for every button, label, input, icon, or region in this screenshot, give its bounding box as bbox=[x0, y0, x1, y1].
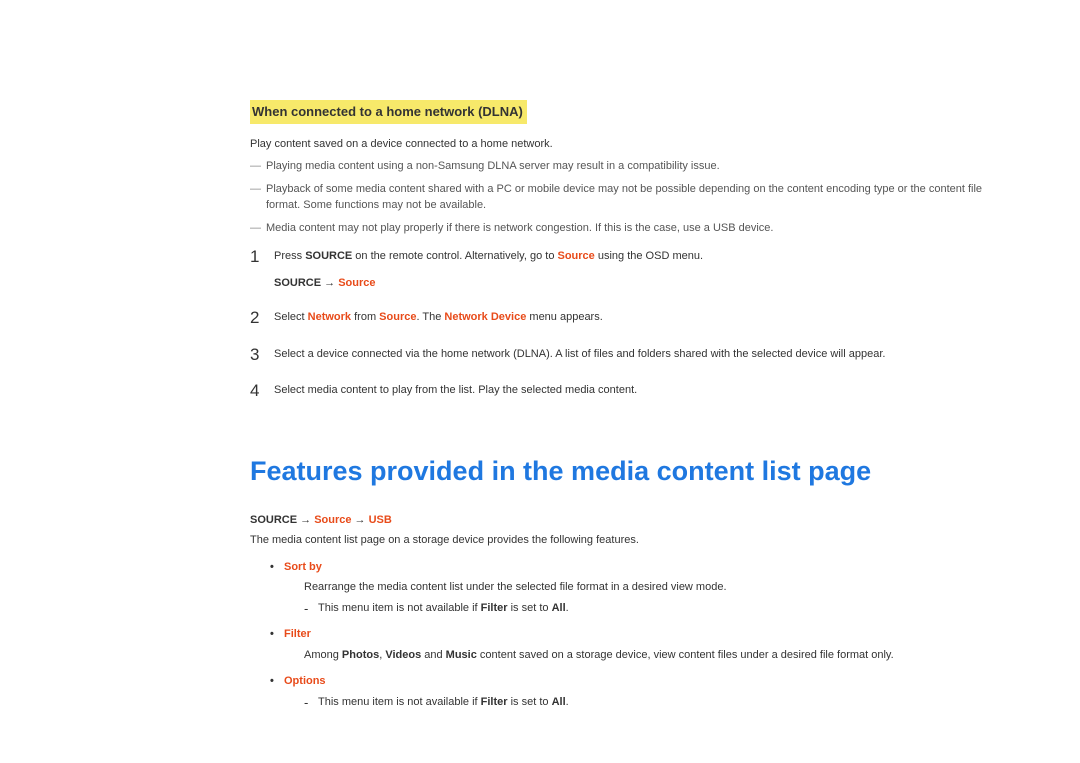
feature-note: This menu item is not available if Filte… bbox=[304, 600, 990, 617]
step-body: Select media content to play from the li… bbox=[274, 382, 990, 399]
feature-label: Filter bbox=[284, 628, 311, 640]
dlna-note: Playing media content using a non-Samsun… bbox=[250, 158, 990, 175]
step-number: 3 bbox=[250, 346, 274, 365]
bold-text: Music bbox=[446, 649, 477, 661]
feature-filter: Filter bbox=[270, 626, 990, 643]
text: This menu item is not available if bbox=[318, 696, 481, 708]
bold-text: SOURCE bbox=[305, 250, 352, 262]
path-arrow: → bbox=[321, 277, 338, 289]
feature-label: Options bbox=[284, 675, 326, 687]
text: . bbox=[566, 696, 569, 708]
text: . bbox=[566, 602, 569, 614]
red-text: Source bbox=[379, 311, 416, 323]
feature-options: Options bbox=[270, 673, 990, 690]
text: on the remote control. Alternatively, go… bbox=[352, 250, 557, 262]
path-source-red: Source bbox=[338, 277, 375, 289]
text: content saved on a storage device, view … bbox=[477, 649, 894, 661]
text: is set to bbox=[508, 602, 552, 614]
bold-text: Filter bbox=[481, 602, 508, 614]
step-body: Select Network from Source. The Network … bbox=[274, 309, 990, 326]
dlna-intro: Play content saved on a device connected… bbox=[250, 136, 990, 153]
path-source-red: Source bbox=[314, 514, 351, 526]
feature-desc: Among Photos, Videos and Music content s… bbox=[304, 647, 990, 664]
red-text: Source bbox=[558, 250, 595, 262]
text: from bbox=[351, 311, 379, 323]
step-number: 4 bbox=[250, 382, 274, 401]
text: . The bbox=[416, 311, 444, 323]
path-arrow: → bbox=[297, 514, 314, 526]
step-body: Press SOURCE on the remote control. Alte… bbox=[274, 248, 990, 291]
step-number: 1 bbox=[250, 248, 274, 267]
feature-note: This menu item is not available if Filte… bbox=[304, 694, 990, 711]
step-path: SOURCE → Source bbox=[274, 275, 990, 292]
text: menu appears. bbox=[526, 311, 602, 323]
step-4: 4 Select media content to play from the … bbox=[250, 382, 990, 401]
step-number: 2 bbox=[250, 309, 274, 328]
path-usb-red: USB bbox=[369, 514, 392, 526]
feature-label: Sort by bbox=[284, 561, 322, 573]
text: Press bbox=[274, 250, 305, 262]
features-heading: Features provided in the media content l… bbox=[250, 451, 990, 492]
text: using the OSD menu. bbox=[595, 250, 703, 262]
feature-desc: Rearrange the media content list under t… bbox=[304, 579, 990, 596]
features-path: SOURCE → Source → USB bbox=[250, 512, 990, 529]
text: This menu item is not available if bbox=[318, 602, 481, 614]
bold-text: All bbox=[552, 696, 566, 708]
step-3: 3 Select a device connected via the home… bbox=[250, 346, 990, 365]
dlna-title: When connected to a home network (DLNA) bbox=[250, 100, 527, 124]
step-1: 1 Press SOURCE on the remote control. Al… bbox=[250, 248, 990, 291]
bold-text: All bbox=[552, 602, 566, 614]
text: Select bbox=[274, 311, 308, 323]
dlna-note: Playback of some media content shared wi… bbox=[250, 181, 990, 214]
dlna-section: When connected to a home network (DLNA) … bbox=[250, 100, 990, 401]
text: and bbox=[421, 649, 445, 661]
bold-text: Videos bbox=[385, 649, 421, 661]
path-source: SOURCE bbox=[274, 277, 321, 289]
step-2: 2 Select Network from Source. The Networ… bbox=[250, 309, 990, 328]
red-text: Network Device bbox=[444, 311, 526, 323]
step-body: Select a device connected via the home n… bbox=[274, 346, 990, 363]
features-intro: The media content list page on a storage… bbox=[250, 532, 990, 549]
dlna-steps: 1 Press SOURCE on the remote control. Al… bbox=[250, 248, 990, 401]
path-source-bold: SOURCE bbox=[250, 514, 297, 526]
bold-text: Filter bbox=[481, 696, 508, 708]
bold-text: Photos bbox=[342, 649, 379, 661]
red-text: Network bbox=[308, 311, 351, 323]
dlna-note: Media content may not play properly if t… bbox=[250, 220, 990, 237]
text: is set to bbox=[508, 696, 552, 708]
dlna-notes: Playing media content using a non-Samsun… bbox=[250, 158, 990, 236]
features-list: Sort by Rearrange the media content list… bbox=[250, 559, 990, 711]
text: Among bbox=[304, 649, 342, 661]
path-arrow: → bbox=[351, 514, 368, 526]
feature-sortby: Sort by bbox=[270, 559, 990, 576]
